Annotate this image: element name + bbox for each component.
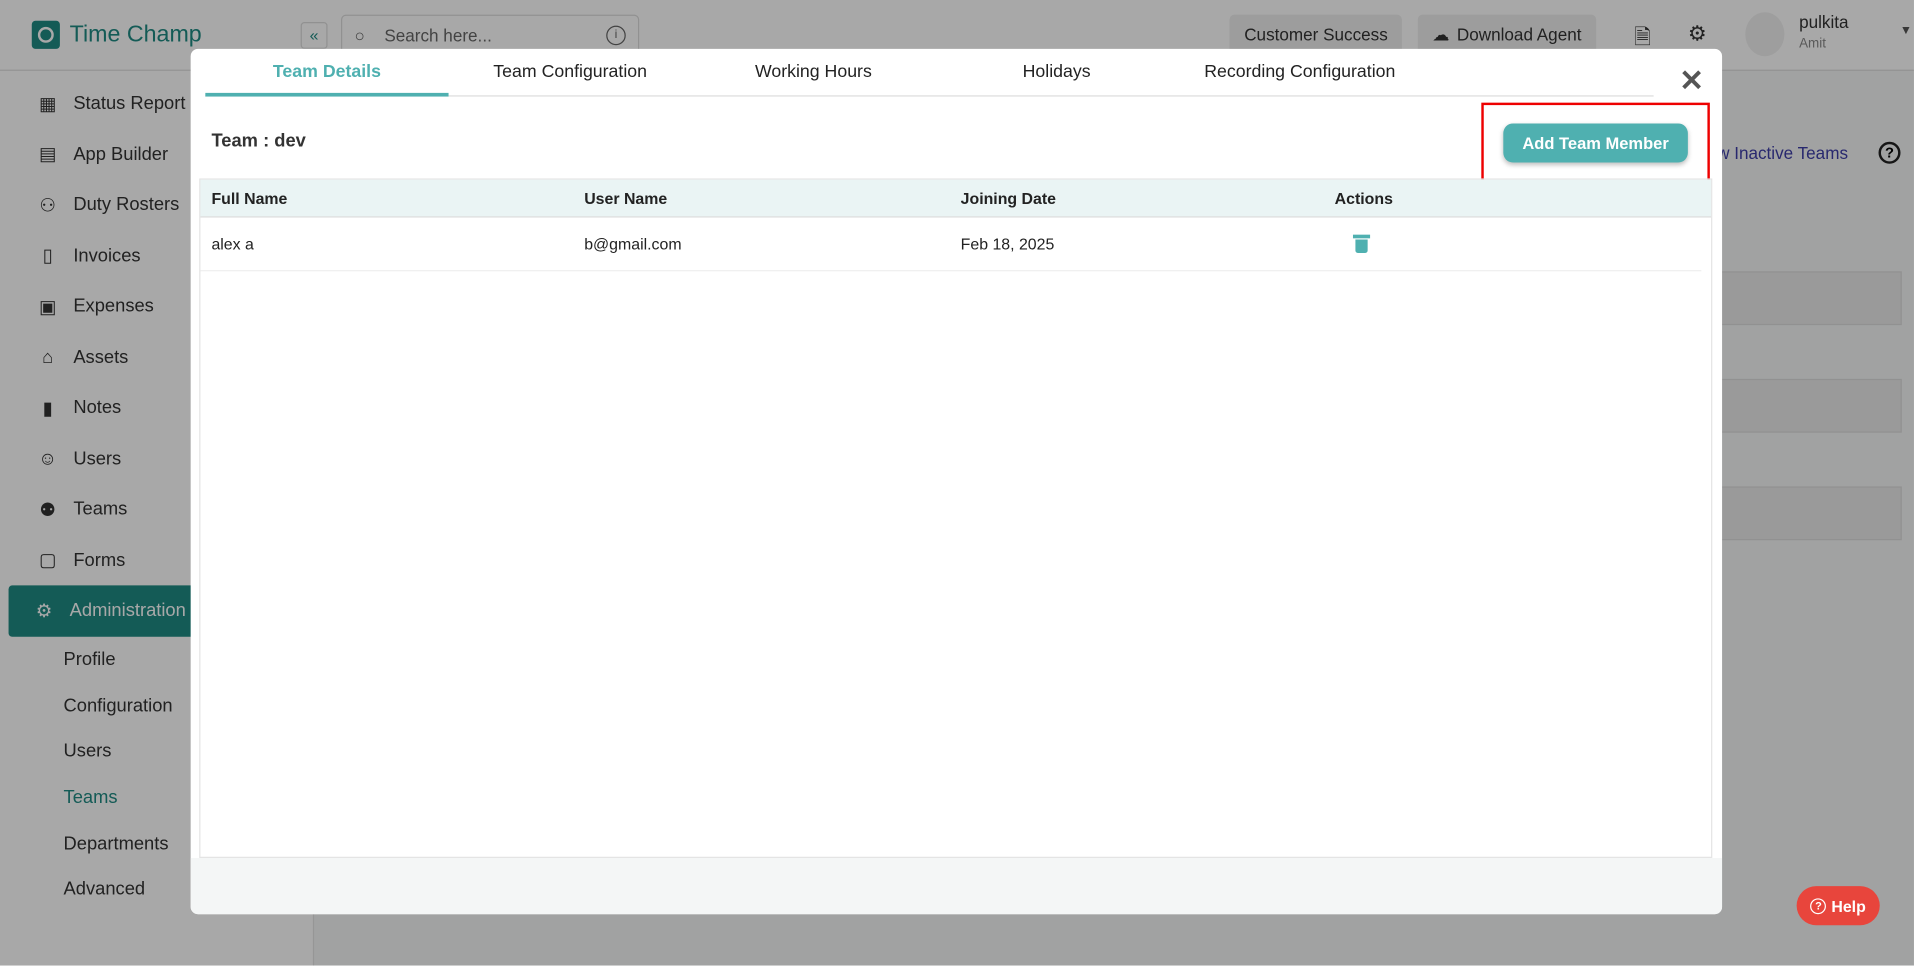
modal-tabs: Team Details Team Configuration Working … — [205, 49, 1654, 97]
help-button[interactable]: ? Help — [1796, 886, 1880, 926]
team-details-modal: Team Details Team Configuration Working … — [190, 48, 1723, 915]
tab-team-configuration[interactable]: Team Configuration — [449, 49, 692, 95]
table-header: Full Name User Name Joining Date Actions — [200, 179, 1712, 218]
add-team-member-button[interactable]: Add Team Member — [1503, 123, 1688, 163]
close-icon[interactable]: ✕ — [1679, 64, 1704, 99]
column-full-name[interactable]: Full Name — [200, 189, 576, 207]
tab-team-details[interactable]: Team Details — [205, 49, 449, 97]
modal-footer — [190, 857, 1723, 915]
column-actions: Actions — [1334, 188, 1393, 208]
column-user-name[interactable]: User Name — [577, 189, 946, 207]
cell-user-name: b@gmail.com — [584, 234, 682, 253]
column-joining-date[interactable]: Joining Date — [946, 189, 1320, 207]
team-name-label: Team : dev — [211, 130, 306, 152]
trash-icon[interactable] — [1352, 234, 1371, 253]
table-row: alex a b@gmail.com Feb 18, 2025 — [200, 218, 1702, 272]
tab-working-hours[interactable]: Working Hours — [692, 49, 935, 95]
help-label: Help — [1831, 896, 1866, 915]
members-table: Full Name User Name Joining Date Actions… — [199, 178, 1713, 858]
cell-full-name: alex a — [211, 234, 254, 253]
cell-joining-date: Feb 18, 2025 — [960, 234, 1055, 253]
tab-recording-configuration[interactable]: Recording Configuration — [1178, 49, 1421, 95]
question-icon: ? — [1810, 897, 1827, 914]
tab-holidays[interactable]: Holidays — [935, 49, 1178, 95]
